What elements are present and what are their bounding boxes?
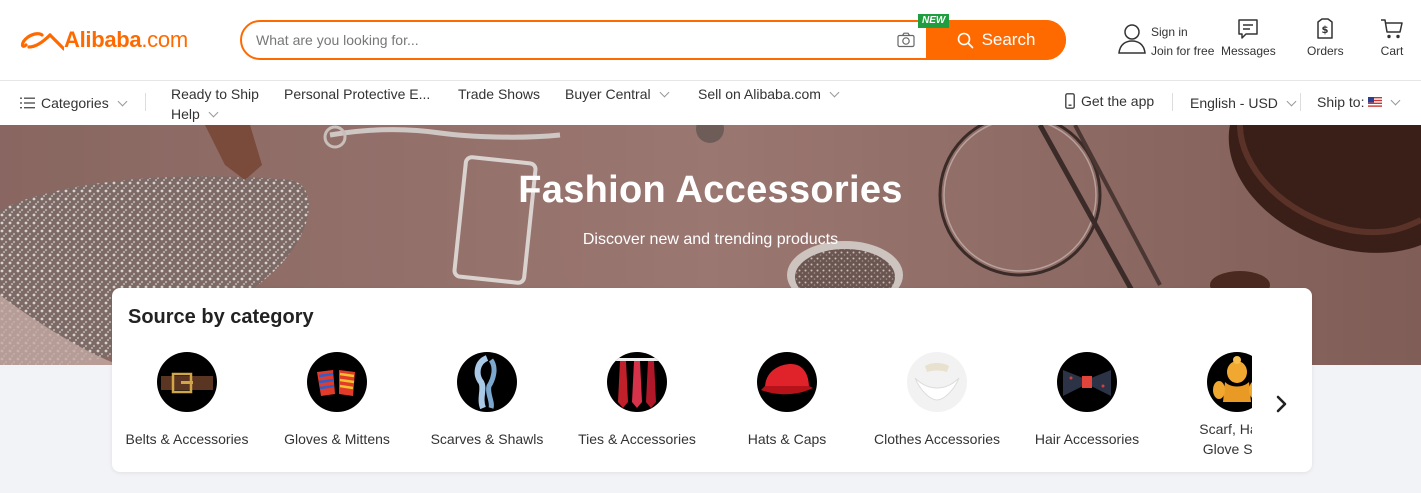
category-hair-accessories[interactable]: Hair Accessories <box>1012 352 1162 449</box>
category-label: Gloves & Mittens <box>284 431 390 447</box>
category-label: Belts & Accessories <box>125 431 249 447</box>
nav-buyer-central[interactable]: Buyer Central <box>565 86 670 102</box>
nav-sell[interactable]: Sell on Alibaba.com <box>698 86 840 102</box>
nav-trade-shows-label: Trade Shows <box>458 86 540 102</box>
chevron-right-icon <box>1276 395 1287 413</box>
ties-icon <box>607 352 667 412</box>
category-label: Hats & Caps <box>747 431 827 447</box>
chevron-down-icon <box>829 87 840 97</box>
category-clothes-accessories[interactable]: Clothes Accessories <box>862 352 1012 449</box>
language-currency-selector[interactable]: English - USD <box>1190 95 1297 111</box>
category-hats-caps[interactable]: Hats & Caps <box>712 352 862 449</box>
nav-trade-shows[interactable]: Trade Shows <box>458 86 540 102</box>
language-currency-label: English - USD <box>1190 95 1278 111</box>
messages-button[interactable]: Messages <box>1221 18 1276 58</box>
cart-button[interactable]: Cart <box>1380 18 1404 58</box>
chevron-down-icon <box>1391 95 1401 105</box>
collar-icon <box>907 352 967 412</box>
menu-list-icon <box>20 97 35 109</box>
ship-to-label: Ship to: <box>1317 94 1365 110</box>
gloves-icon <box>307 352 367 412</box>
search-icon <box>957 32 973 48</box>
nav-buyer-central-label: Buyer Central <box>565 86 651 102</box>
top-header: Alibaba.com Search NEW Sign in Join f <box>0 0 1421 81</box>
category-carousel: Belts & Accessories Gloves & Mittens Sca… <box>112 352 1252 462</box>
nav-categories[interactable]: Categories <box>20 95 128 111</box>
category-ties-accessories[interactable]: Ties & Accessories <box>562 352 712 449</box>
orders-label: Orders <box>1307 44 1344 58</box>
svg-text:$: $ <box>1322 25 1329 36</box>
banner-subtitle: Discover new and trending products <box>582 231 839 248</box>
section-title: Source by category <box>128 306 314 328</box>
main-nav: Categories Ready to Ship Personal Protec… <box>0 81 1421 125</box>
category-label: Hair Accessories <box>1034 431 1140 447</box>
nav-categories-label: Categories <box>41 95 109 111</box>
alibaba-logo[interactable]: Alibaba.com <box>20 27 188 53</box>
category-label: Scarves & Shawls <box>430 431 544 447</box>
banner-title: Fashion Accessories <box>518 169 903 211</box>
new-badge: NEW <box>918 14 950 28</box>
messages-label: Messages <box>1221 44 1276 58</box>
chevron-down-icon <box>208 107 219 117</box>
category-scarves-shawls[interactable]: Scarves & Shawls <box>412 352 562 449</box>
bow-icon <box>1057 352 1117 412</box>
source-by-category-card: Source by category Belts & Accessories G… <box>112 288 1312 472</box>
logo-domain: .com <box>141 27 188 52</box>
scarf-icon <box>457 352 517 412</box>
join-free-link[interactable]: Join for free <box>1151 41 1214 61</box>
category-scarf-hat-glove-sets[interactable]: Scarf, Hat & Glove Sets <box>1162 352 1252 459</box>
nav-ppe[interactable]: Personal Protective E... <box>284 86 430 102</box>
nav-ready-to-ship-label: Ready to Ship <box>171 86 259 102</box>
cart-icon <box>1381 19 1403 39</box>
category-label: Ties & Accessories <box>578 431 696 447</box>
message-icon <box>1238 19 1259 39</box>
logo-brand: Alibaba <box>64 27 142 52</box>
sign-in-link[interactable]: Sign in <box>1151 22 1214 42</box>
knit-set-icon <box>1207 352 1252 412</box>
belt-icon <box>157 352 217 412</box>
user-icon <box>1118 24 1146 54</box>
get-the-app[interactable]: Get the app <box>1065 93 1154 109</box>
nav-divider <box>1300 93 1301 111</box>
category-gloves-mittens[interactable]: Gloves & Mittens <box>262 352 412 449</box>
orders-icon: $ <box>1317 18 1334 39</box>
sign-in-text: Sign in Join for free <box>1151 22 1214 61</box>
nav-divider <box>1172 93 1173 111</box>
nav-sell-label: Sell on Alibaba.com <box>698 86 821 102</box>
search-input[interactable] <box>242 22 886 58</box>
us-flag-icon <box>1368 97 1383 107</box>
get-the-app-label: Get the app <box>1081 93 1155 109</box>
sign-in-area[interactable]: Sign in Join for free <box>1117 22 1214 61</box>
chevron-down-icon <box>117 96 128 106</box>
category-belts-accessories[interactable]: Belts & Accessories <box>112 352 262 449</box>
cap-icon <box>757 352 817 412</box>
nav-help[interactable]: Help <box>171 106 219 122</box>
nav-help-label: Help <box>171 106 200 122</box>
orders-button[interactable]: $ Orders <box>1307 18 1344 58</box>
camera-icon <box>897 32 915 48</box>
category-label: Scarf, Hat & Glove Sets <box>1199 421 1252 457</box>
phone-icon <box>1065 93 1075 109</box>
chevron-down-icon <box>1286 96 1297 106</box>
alibaba-logo-icon <box>20 32 64 51</box>
logo-text: Alibaba.com <box>64 27 188 53</box>
carousel-next-button[interactable] <box>1268 390 1296 418</box>
chevron-down-icon <box>659 87 670 97</box>
search-bar: Search NEW <box>240 14 1066 60</box>
search-button-label: Search <box>981 30 1036 49</box>
nav-divider <box>145 93 146 111</box>
category-label: Clothes Accessories <box>873 431 1001 447</box>
nav-ppe-label: Personal Protective E... <box>284 86 431 102</box>
cart-label: Cart <box>1380 44 1404 58</box>
ship-to-selector[interactable]: Ship to: <box>1317 94 1401 110</box>
nav-ready-to-ship[interactable]: Ready to Ship <box>171 86 259 102</box>
